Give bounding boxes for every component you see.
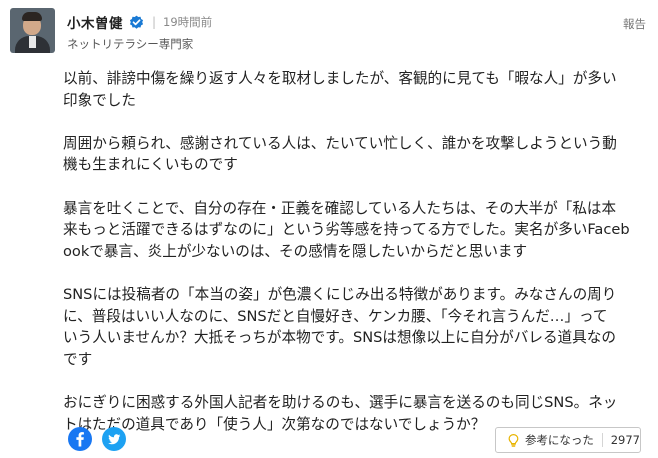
comment-line: SNSには投稿者の「本当の姿」が色濃くにじみ出る特徴があります。みなさんの周り xyxy=(63,285,617,303)
comment-header: 小木曽健 | 19時間前 ネットリテラシー専門家 報告 xyxy=(10,8,650,56)
helpful-label: 参考になった xyxy=(524,433,594,447)
helpful-divider xyxy=(601,433,603,447)
comment-paragraph: 暴言を吐くことで、自分の存在・正義を確認している人たちは、その大半が「私は本 来も… xyxy=(63,198,653,263)
avatar-shirt xyxy=(29,36,36,48)
comment-line: です xyxy=(63,350,93,368)
separator: | xyxy=(152,15,157,29)
comment-paragraph: SNSには投稿者の「本当の姿」が色濃くにじみ出る特徴があります。みなさんの周りに… xyxy=(63,284,653,370)
helpful-count: 2977 xyxy=(610,433,640,447)
author-row: 小木曽健 | 19時間前 xyxy=(67,12,212,32)
comment-body: 以前、誹謗中傷を繰り返す人々を取材しましたが、客観的に見ても「暇な人」が多い 印象… xyxy=(63,68,653,457)
comment-footer: 参考になった 2977 xyxy=(0,424,658,458)
comment-line: 印象でした xyxy=(63,91,136,109)
comment-line: いう人いませんか？大抵そっちが本物です。SNSは想像以上に自分がバレる道具なの xyxy=(63,329,616,347)
comment-line: おにぎりに困惑する外国人記者を助けるのも、選手に暴言を送るのも同じSNS。ネッ xyxy=(63,393,618,411)
comment-line: に、普段はいい人なのに、SNSだと自慢好き、ケンカ腰、「今それ言うんだ…」って xyxy=(63,307,608,325)
comment-paragraph: 以前、誹謗中傷を繰り返す人々を取材しましたが、客観的に見ても「暇な人」が多い 印象… xyxy=(63,68,653,111)
lightbulb-icon xyxy=(508,433,519,447)
comment-line: 暴言を吐くことで、自分の存在・正義を確認している人たちは、その大半が「私は本 xyxy=(63,199,617,217)
comment-line: 周囲から頼られ、感謝されている人は、たいてい忙しく、誰かを攻撃しようという動 xyxy=(63,134,617,152)
comment-line: 以前、誹謗中傷を繰り返す人々を取材しましたが、客観的に見ても「暇な人」が多い xyxy=(63,70,617,87)
comment-paragraph: 周囲から頼られ、感謝されている人は、たいてい忙しく、誰かを攻撃しようという動 機も… xyxy=(63,133,653,176)
comment-line: 機も生まれにくいものです xyxy=(63,156,238,174)
timestamp: 19時間前 xyxy=(163,15,213,29)
comment-line: ookで暴言、炎上が少ないのは、その感情を隠したいからだと思います xyxy=(63,242,528,260)
facebook-icon[interactable] xyxy=(68,427,92,451)
helpful-button[interactable]: 参考になった 2977 xyxy=(495,427,641,453)
verified-badge-icon xyxy=(129,15,144,29)
report-link[interactable]: 報告 xyxy=(623,16,646,32)
author-name[interactable]: 小木曽健 xyxy=(67,12,123,32)
twitter-icon[interactable] xyxy=(102,427,126,451)
author-title: ネットリテラシー専門家 xyxy=(67,37,194,51)
avatar[interactable] xyxy=(10,8,55,53)
comment-line: 来もっと活躍できるはずなのに」という劣等感を持ってる方でした。実名が多いFace… xyxy=(63,221,630,239)
avatar-hair xyxy=(22,12,42,21)
